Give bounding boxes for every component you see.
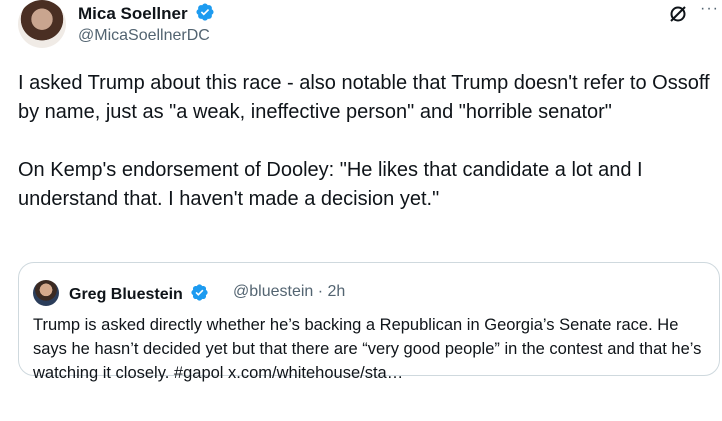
author-name-row[interactable]: Mica Soellner [78,2,215,27]
more-icon[interactable]: ··· [700,0,719,18]
grok-icon[interactable] [668,4,688,29]
author-name[interactable]: Mica Soellner [78,4,188,23]
quoted-tweet-text: Trump is asked directly whether he’s bac… [33,316,702,382]
quoted-tweet-card[interactable]: Greg Bluestein @bluestein · 2h Trump is … [18,262,720,382]
tweet-text: I asked Trump about this race - also not… [18,72,710,210]
quoted-author-avatar [33,280,59,306]
verified-badge-icon[interactable] [195,2,215,27]
quoted-author-meta: @bluestein · 2h [233,283,346,300]
quoted-author-name: Greg Bluestein [69,286,183,303]
verified-badge-icon [190,283,209,307]
quoted-author-name-row: Greg Bluestein [69,283,209,307]
author-avatar[interactable] [18,0,66,48]
author-handle[interactable]: @MicaSoellnerDC [78,27,210,45]
